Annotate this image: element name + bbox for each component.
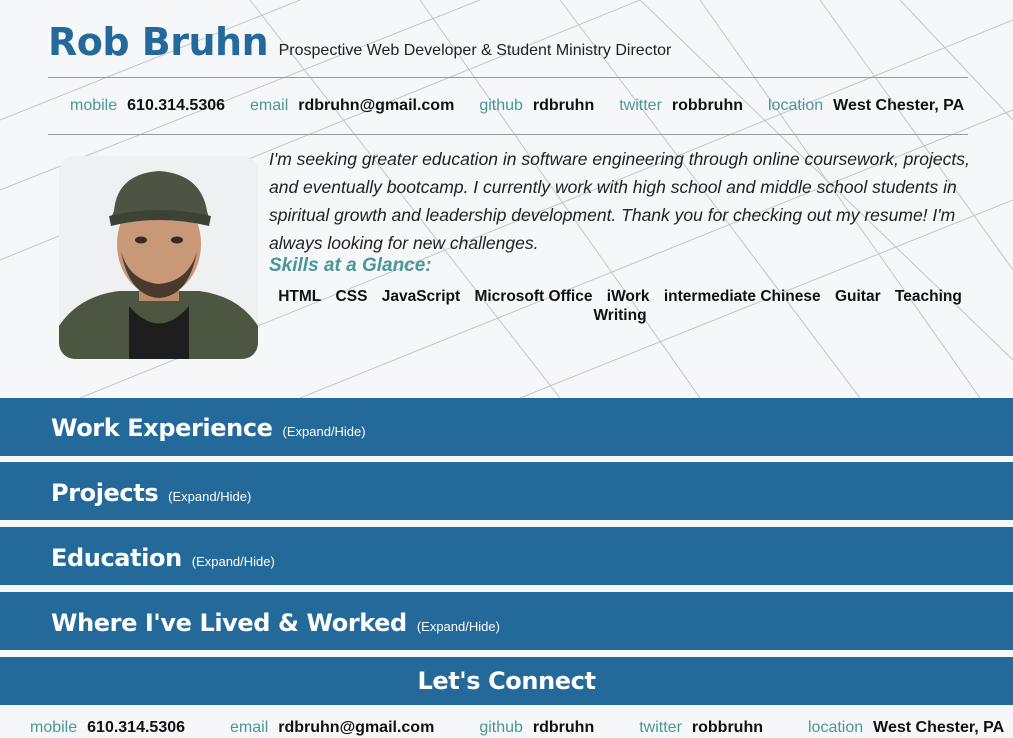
contact-value: West Chester, PA xyxy=(873,719,1005,736)
contact-location: location West Chester, PA xyxy=(808,719,1004,737)
contact-label: location xyxy=(808,719,864,736)
contact-label: mobile xyxy=(30,719,78,736)
skill-item: Teaching xyxy=(894,288,962,305)
contact-value[interactable]: rdbruhn@gmail.com xyxy=(298,97,454,115)
page-subtitle: Prospective Web Developer & Student Mini… xyxy=(278,42,672,59)
contact-email: email rdbruhn@gmail.com xyxy=(230,719,434,737)
divider xyxy=(48,77,968,78)
contact-label: email xyxy=(250,97,289,114)
contact-label: github xyxy=(479,97,523,114)
divider xyxy=(48,134,968,135)
contact-github: github rdbruhn xyxy=(479,719,594,737)
contact-bar-top: mobile 610.314.5306 email rdbruhn@gmail.… xyxy=(70,97,964,115)
contact-value: West Chester, PA xyxy=(833,97,965,114)
contact-location: location West Chester, PA xyxy=(768,97,964,115)
page-title: Rob Bruhn xyxy=(48,20,269,64)
section-heading: Projects (Expand/Hide) xyxy=(51,479,251,507)
connect-heading: Let's Connect xyxy=(417,667,596,695)
skills-heading: Skills at a Glance: xyxy=(269,255,432,276)
profile-photo xyxy=(59,156,258,359)
contact-value[interactable]: rdbruhn xyxy=(533,719,594,737)
contact-label: mobile xyxy=(70,97,118,114)
contact-label: github xyxy=(479,719,523,736)
person-avatar-icon xyxy=(59,156,258,359)
expand-hide-toggle[interactable]: (Expand/Hide) xyxy=(168,489,251,504)
skill-item: CSS xyxy=(335,288,368,305)
contact-value[interactable]: rdbruhn@gmail.com xyxy=(278,719,434,737)
contact-label: twitter xyxy=(619,97,662,114)
contact-twitter: twitter robbruhn xyxy=(639,719,763,737)
summary-text: I'm seeking greater education in softwar… xyxy=(269,149,970,253)
skill-item: intermediate Chinese xyxy=(663,288,821,305)
contact-mobile: mobile 610.314.5306 xyxy=(30,719,185,737)
section-projects[interactable]: Projects (Expand/Hide) xyxy=(0,462,1013,520)
skill-item: Guitar xyxy=(834,288,881,305)
contact-value[interactable]: robbruhn xyxy=(672,97,743,115)
section-education[interactable]: Education (Expand/Hide) xyxy=(0,527,1013,585)
section-heading: Where I've Lived & Worked (Expand/Hide) xyxy=(51,609,500,637)
expand-hide-toggle[interactable]: (Expand/Hide) xyxy=(192,554,275,569)
title-row: Rob Bruhn Prospective Web Developer & St… xyxy=(48,20,671,64)
contact-mobile: mobile 610.314.5306 xyxy=(70,97,225,115)
lets-connect-banner: Let's Connect xyxy=(0,657,1013,705)
contact-email: email rdbruhn@gmail.com xyxy=(250,97,454,115)
contact-value[interactable]: robbruhn xyxy=(692,719,763,737)
contact-github: github rdbruhn xyxy=(479,97,594,115)
expand-hide-toggle[interactable]: (Expand/Hide) xyxy=(283,424,366,439)
contact-value[interactable]: rdbruhn xyxy=(533,97,594,115)
section-title: Projects xyxy=(51,479,159,507)
contact-value[interactable]: 610.314.5306 xyxy=(127,97,225,115)
section-title: Education xyxy=(51,544,182,572)
contact-twitter: twitter robbruhn xyxy=(619,97,743,115)
contact-value[interactable]: 610.314.5306 xyxy=(87,719,185,737)
section-where-lived-worked[interactable]: Where I've Lived & Worked (Expand/Hide) xyxy=(0,592,1013,650)
contact-bar-bottom: mobile 610.314.5306 email rdbruhn@gmail.… xyxy=(30,719,1004,737)
section-heading: Education (Expand/Hide) xyxy=(51,544,275,572)
resume-header: Rob Bruhn Prospective Web Developer & St… xyxy=(0,0,1013,398)
section-title: Where I've Lived & Worked xyxy=(51,609,407,637)
section-heading: Work Experience (Expand/Hide) xyxy=(51,414,366,442)
contact-label: twitter xyxy=(639,719,682,736)
expand-hide-toggle[interactable]: (Expand/Hide) xyxy=(417,619,500,634)
section-title: Work Experience xyxy=(51,414,273,442)
skill-item: HTML xyxy=(278,288,322,305)
contact-label: location xyxy=(768,97,824,114)
skill-item: Writing xyxy=(593,307,647,324)
section-work-experience[interactable]: Work Experience (Expand/Hide) xyxy=(0,398,1013,456)
skill-item: Microsoft Office xyxy=(474,288,593,305)
skill-item: iWork xyxy=(606,288,650,305)
skills-list: HTML CSS JavaScript Microsoft Office iWo… xyxy=(270,287,970,325)
contact-label: email xyxy=(230,719,269,736)
skill-item: JavaScript xyxy=(381,288,461,305)
